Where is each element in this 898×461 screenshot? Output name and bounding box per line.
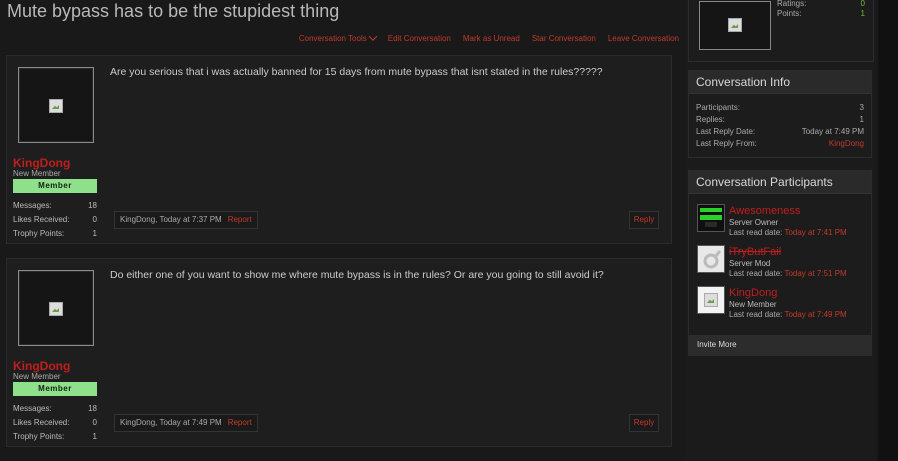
stat-value: 18 xyxy=(88,201,97,210)
ratings-label: Ratings: xyxy=(777,0,807,8)
read-label: Last read date: xyxy=(729,310,783,319)
participant-role: New Member xyxy=(729,300,777,309)
message-post: KingDong New Member Member Messages: 18 L… xyxy=(6,258,672,447)
read-time: Today at 7:41 PM xyxy=(784,228,847,237)
participant-item: KingDong New Member Last read date: Toda… xyxy=(689,284,871,325)
info-participants: Participants: 3 xyxy=(689,102,871,114)
message-meta: KingDong, Today at 7:37 PM Report xyxy=(114,211,258,229)
participant-read: Last read date: Today at 7:41 PM xyxy=(729,228,847,237)
stat-value: 1 xyxy=(92,229,97,238)
participant-role: Server Mod xyxy=(729,259,771,268)
message-meta: KingDong, Today at 7:49 PM Report xyxy=(114,414,258,432)
read-label: Last read date: xyxy=(729,228,783,237)
stat-label: Messages: xyxy=(13,404,52,413)
stat-likes: Likes Received: 0 xyxy=(13,418,97,427)
conversation-participants-panel: Conversation Participants Awesomeness Se… xyxy=(688,170,872,356)
read-time: Today at 7:51 PM xyxy=(784,269,847,278)
info-replies: Replies: 1 xyxy=(689,114,871,126)
participant-role: Server Owner xyxy=(729,218,779,227)
stat-label: Likes Received: xyxy=(13,418,70,427)
participant-read: Last read date: Today at 7:51 PM xyxy=(729,269,847,278)
stat-likes: Likes Received: 0 xyxy=(13,215,97,224)
participant-read: Last read date: Today at 7:49 PM xyxy=(729,310,847,319)
info-label: Last Reply From: xyxy=(696,139,757,148)
edit-conversation-link[interactable]: Edit Conversation xyxy=(388,34,451,43)
user-stats: Ratings: 0 Points: 1 xyxy=(777,0,865,19)
report-link[interactable]: Report xyxy=(228,418,252,427)
user-card: Ratings: 0 Points: 1 xyxy=(688,0,874,62)
stat-label: Trophy Points: xyxy=(13,432,65,441)
avatar[interactable] xyxy=(699,1,771,50)
broken-image-icon xyxy=(728,18,742,32)
reply-button[interactable]: Reply xyxy=(629,211,659,229)
avatar[interactable] xyxy=(18,67,94,143)
member-badge: Member xyxy=(13,382,97,396)
participant-name[interactable]: KingDong xyxy=(729,287,777,299)
report-link[interactable]: Report xyxy=(228,215,252,224)
broken-image-icon xyxy=(49,302,63,316)
star-conversation-link[interactable]: Star Conversation xyxy=(532,34,596,43)
stat-trophies: Trophy Points: 1 xyxy=(13,432,97,441)
message-author-date[interactable]: KingDong, Today at 7:49 PM xyxy=(120,418,222,427)
info-label: Replies: xyxy=(696,115,725,124)
chevron-down-icon xyxy=(368,32,377,41)
conversation-tools-label: Conversation Tools xyxy=(298,34,367,43)
info-label: Participants: xyxy=(696,103,741,112)
info-value: 1 xyxy=(859,115,864,124)
participant-item: iTryButFail Server Mod Last read date: T… xyxy=(689,243,871,284)
avatar[interactable] xyxy=(697,204,725,232)
broken-image-icon xyxy=(704,293,718,307)
awesomeness-avatar-icon xyxy=(698,205,724,231)
panel-heading: Conversation Participants xyxy=(689,171,871,194)
participant-name[interactable]: iTryButFail xyxy=(729,246,781,258)
read-label: Last read date: xyxy=(729,269,783,278)
stat-value: 0 xyxy=(92,215,97,224)
stat-value: 18 xyxy=(88,404,97,413)
info-last-reply-from: Last Reply From: KingDong xyxy=(689,138,871,150)
user-title: New Member xyxy=(13,169,61,178)
message-author-date[interactable]: KingDong, Today at 7:37 PM xyxy=(120,215,222,224)
user-title: New Member xyxy=(13,372,61,381)
info-value: 3 xyxy=(859,103,864,112)
participant-item: Awesomeness Server Owner Last read date:… xyxy=(689,202,871,243)
stat-messages: Messages: 18 xyxy=(13,404,97,413)
stat-label: Likes Received: xyxy=(13,215,70,224)
info-label: Last Reply Date: xyxy=(696,127,756,136)
reply-button[interactable]: Reply xyxy=(629,414,659,432)
page-edge xyxy=(878,0,898,461)
stat-label: Messages: xyxy=(13,201,52,210)
conversation-toolbar: Conversation Tools Edit Conversation Mar… xyxy=(298,32,679,43)
points-value: 1 xyxy=(860,9,865,18)
broken-image-icon xyxy=(49,99,63,113)
page-title: Mute bypass has to be the stupidest thin… xyxy=(7,1,340,21)
points-label: Points: xyxy=(777,9,802,18)
avatar[interactable] xyxy=(697,245,725,273)
conversation-tools-menu[interactable]: Conversation Tools xyxy=(298,32,377,43)
stat-value: 1 xyxy=(92,432,97,441)
member-badge: Member xyxy=(13,179,97,193)
leave-conversation-link[interactable]: Leave Conversation xyxy=(608,34,679,43)
username[interactable]: KingDong xyxy=(13,359,70,373)
stat-label: Trophy Points: xyxy=(13,229,65,238)
participant-name[interactable]: Awesomeness xyxy=(729,205,800,217)
message-text: Do either one of you want to show me whe… xyxy=(110,269,604,281)
avatar[interactable] xyxy=(697,286,725,314)
default-avatar-icon xyxy=(698,246,724,272)
info-last-reply-date: Last Reply Date: Today at 7:49 PM xyxy=(689,126,871,138)
avatar[interactable] xyxy=(18,270,94,346)
stat-trophies: Trophy Points: 1 xyxy=(13,229,97,238)
username[interactable]: KingDong xyxy=(13,156,70,170)
read-time: Today at 7:49 PM xyxy=(784,310,847,319)
mark-unread-link[interactable]: Mark as Unread xyxy=(463,34,520,43)
stat-messages: Messages: 18 xyxy=(13,201,97,210)
panel-heading: Conversation Info xyxy=(689,71,871,94)
invite-more-button[interactable]: Invite More xyxy=(689,335,871,355)
info-value: Today at 7:49 PM xyxy=(801,127,864,136)
info-value-link[interactable]: KingDong xyxy=(829,138,864,150)
conversation-info-panel: Conversation Info Participants: 3 Replies… xyxy=(688,70,872,158)
stat-value: 0 xyxy=(92,418,97,427)
ratings-value: 0 xyxy=(860,0,865,8)
message-text: Are you serious that i was actually bann… xyxy=(110,66,603,78)
message-post: KingDong New Member Member Messages: 18 L… xyxy=(6,55,672,244)
